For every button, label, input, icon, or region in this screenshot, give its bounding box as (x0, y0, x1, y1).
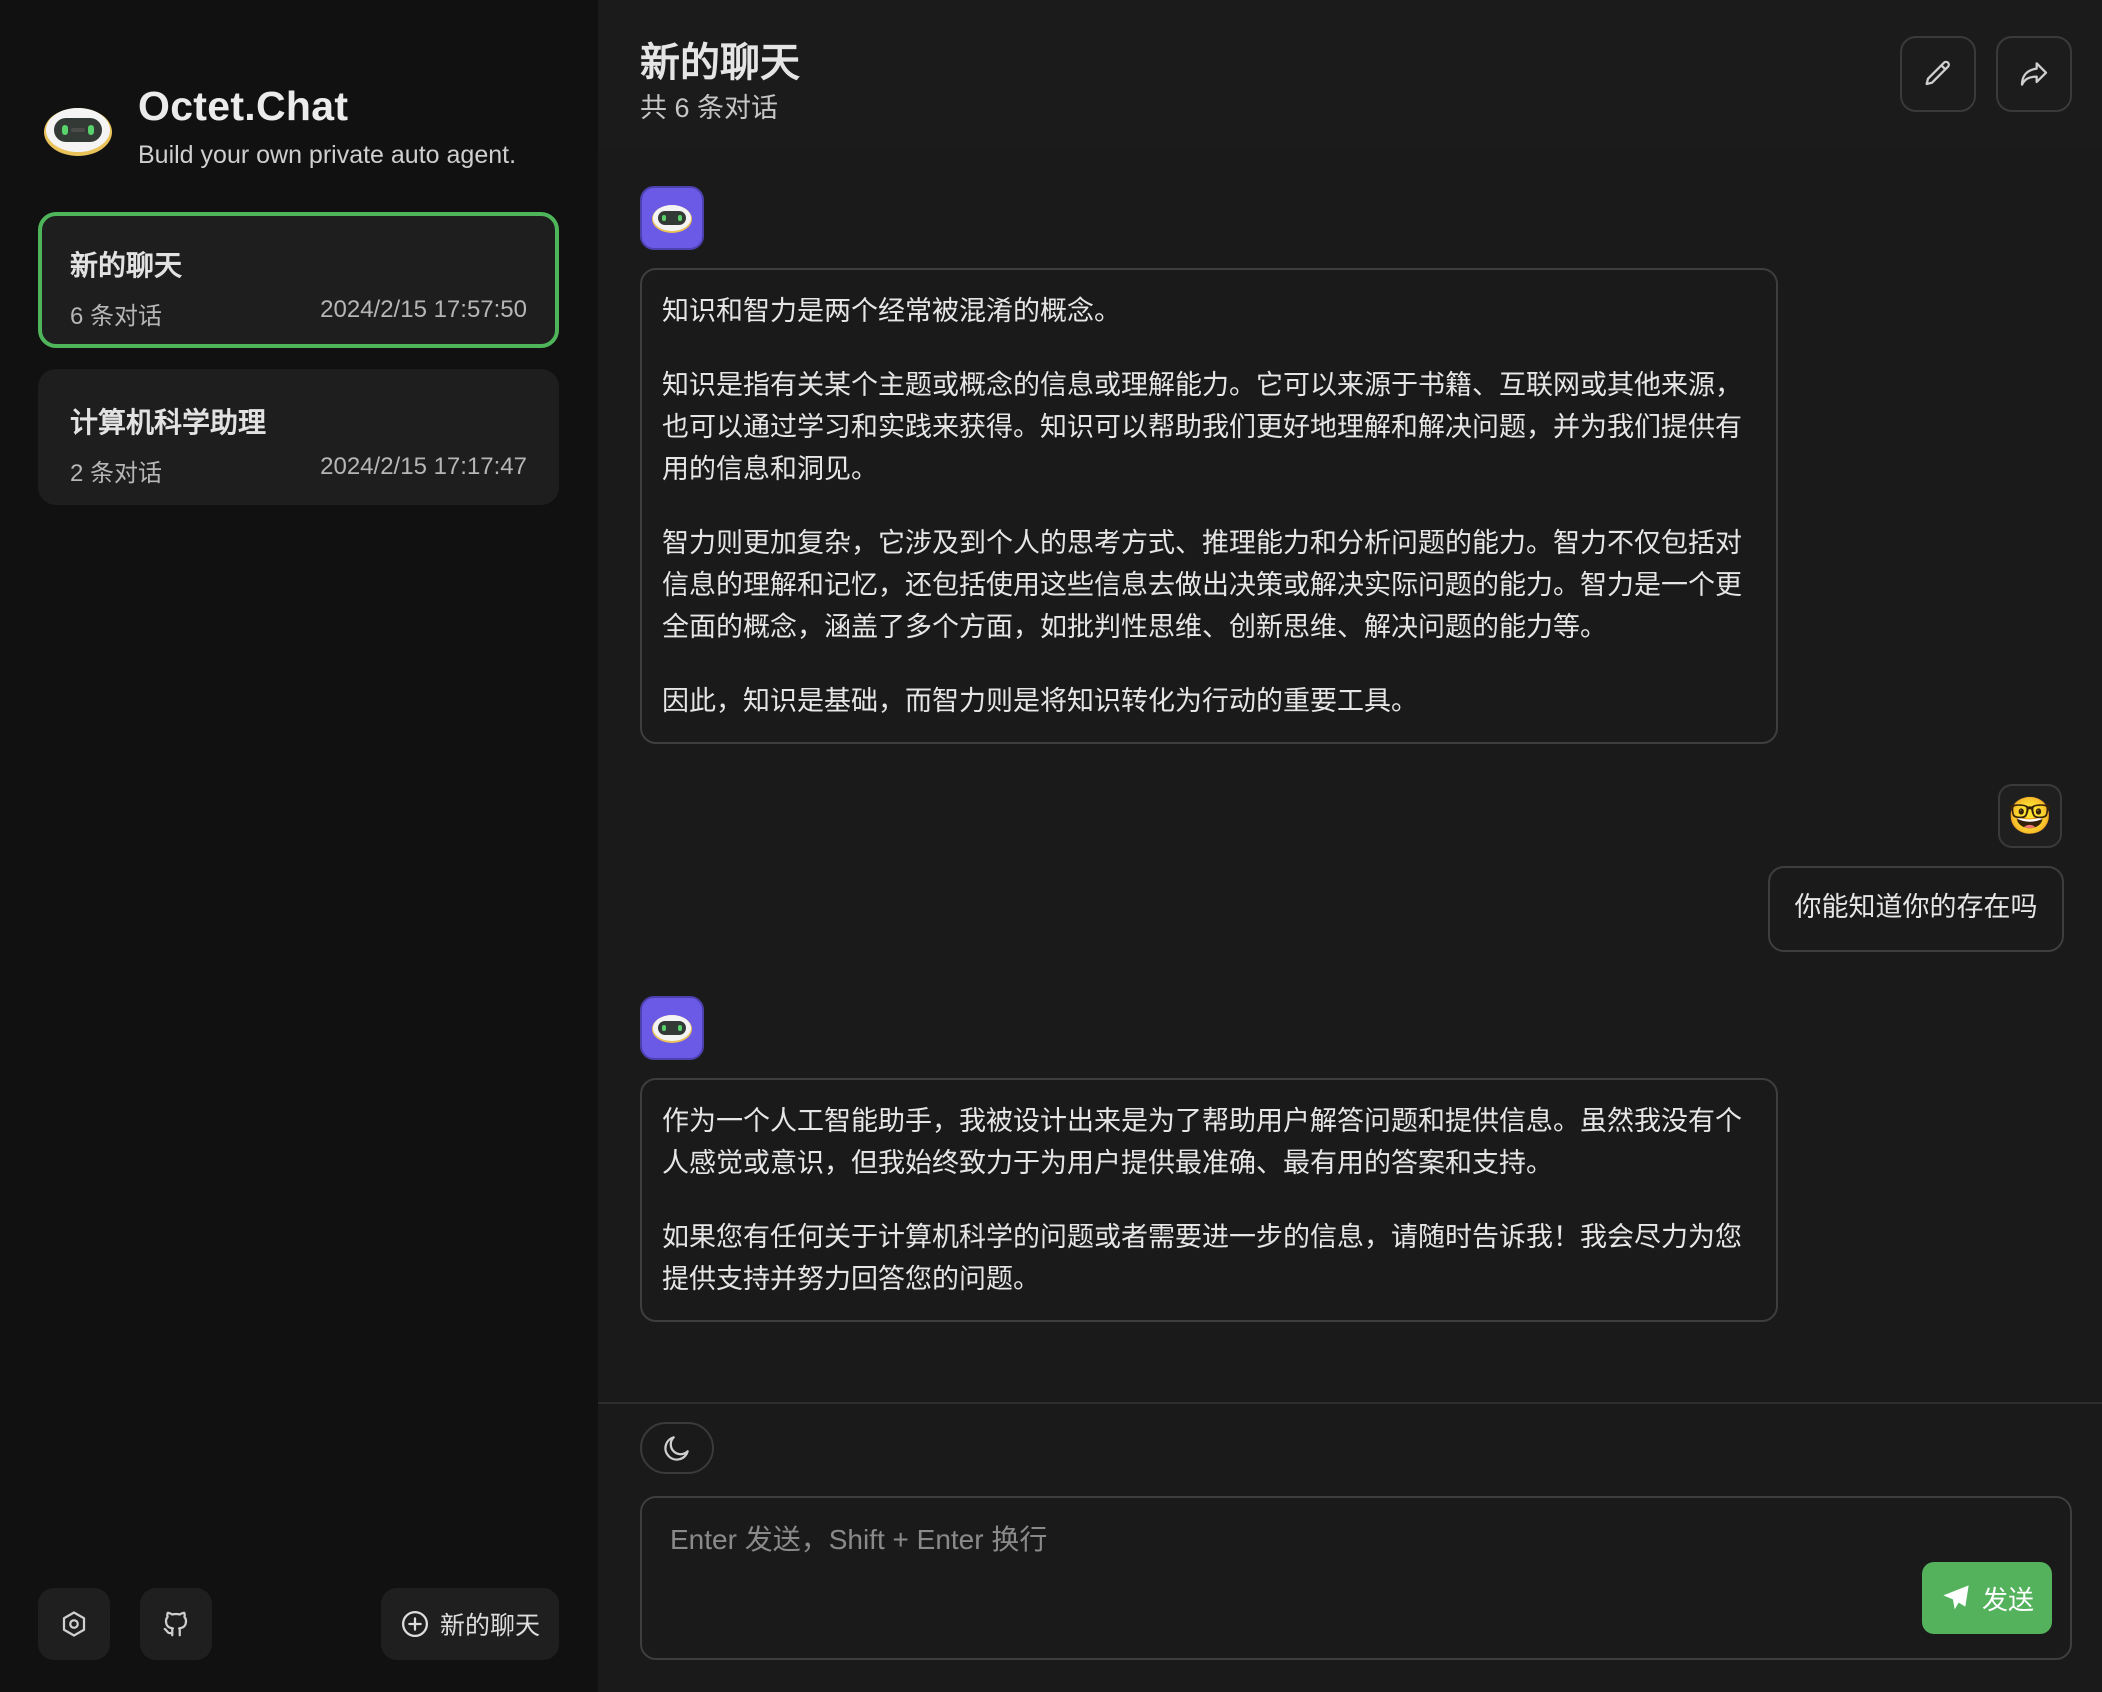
chat-item-time: 2024/2/15 17:57:50 (320, 296, 527, 323)
chat-item-title: 新的聊天 (70, 250, 183, 281)
chat-item-count: 2 条对话 (70, 460, 163, 487)
chat-main: 新的聊天 共 6 条对话 知识和智力是两个经常被混淆的概念。 知识是指有关某个主… (598, 0, 2102, 1692)
robot-icon (652, 1015, 692, 1043)
user-message: 你能知道你的存在吗 (1768, 866, 2064, 952)
chat-list: 新的聊天 6 条对话 2024/2/15 17:57:50 计算机科学助理 2 … (38, 212, 559, 526)
assistant-avatar (640, 996, 704, 1060)
message-paragraph: 知识是指有关某个主题或概念的信息或理解能力。它可以来源于书籍、互联网或其他来源，… (662, 370, 1742, 484)
brand: Octet.Chat Build your own private auto a… (40, 82, 516, 170)
chat-item-count: 6 条对话 (70, 303, 163, 330)
message-paragraph: 智力则更加复杂，它涉及到个人的思考方式、推理能力和分析问题的能力。智力不仅包括对… (662, 528, 1742, 642)
theme-toggle-button[interactable] (640, 1422, 714, 1474)
message-paragraph: 你能知道你的存在吗 (1794, 892, 2038, 922)
share-icon (2020, 62, 2048, 86)
conversation-count: 共 6 条对话 (640, 93, 779, 123)
robot-logo-icon (44, 108, 112, 156)
nerd-face-icon: 🤓 (2007, 795, 2053, 836)
sidebar-footer: 新的聊天 (38, 1588, 559, 1660)
github-icon (163, 1611, 188, 1637)
chat-item-time: 2024/2/15 17:17:47 (320, 453, 527, 480)
page-title: 新的聊天 (640, 41, 800, 85)
robot-icon (652, 205, 692, 233)
message-list: 知识和智力是两个经常被混淆的概念。 知识是指有关某个主题或概念的信息或理解能力。… (598, 150, 2102, 1402)
message-paragraph: 因此，知识是基础，而智力则是将知识转化为行动的重要工具。 (662, 686, 1418, 716)
github-button[interactable] (140, 1588, 212, 1660)
chat-item-new-chat[interactable]: 新的聊天 6 条对话 2024/2/15 17:57:50 (38, 212, 559, 348)
settings-button[interactable] (38, 1588, 110, 1660)
user-avatar: 🤓 (1998, 784, 2062, 848)
settings-icon (62, 1611, 86, 1637)
message-input[interactable] (642, 1498, 2070, 1658)
sidebar: Octet.Chat Build your own private auto a… (0, 0, 598, 1692)
message-composer: 发送 (640, 1496, 2072, 1660)
chat-item-cs-assistant[interactable]: 计算机科学助理 2 条对话 2024/2/15 17:17:47 (38, 369, 559, 505)
assistant-avatar (640, 186, 704, 250)
message-paragraph: 如果您有任何关于计算机科学的问题或者需要进一步的信息，请随时告诉我！我会尽力为您… (662, 1222, 1742, 1294)
assistant-message: 作为一个人工智能助手，我被设计出来是为了帮助用户解答问题和提供信息。虽然我没有个… (640, 1078, 1778, 1322)
assistant-message: 知识和智力是两个经常被混淆的概念。 知识是指有关某个主题或概念的信息或理解能力。… (640, 268, 1778, 744)
share-button[interactable] (1996, 36, 2072, 112)
app-name: Octet.Chat (138, 83, 349, 129)
paper-plane-icon (1943, 1585, 1969, 1610)
send-label: 发送 (1981, 1584, 2034, 1615)
plus-circle-icon (401, 1611, 428, 1637)
message-paragraph: 作为一个人工智能助手，我被设计出来是为了帮助用户解答问题和提供信息。虽然我没有个… (662, 1106, 1742, 1178)
app-root: Octet.Chat Build your own private auto a… (0, 0, 2102, 1692)
rename-button[interactable] (1900, 36, 1976, 112)
new-chat-button[interactable]: 新的聊天 (381, 1588, 559, 1660)
send-button[interactable]: 发送 (1922, 1562, 2052, 1634)
composer-divider (598, 1402, 2102, 1404)
chat-header: 新的聊天 共 6 条对话 (598, 0, 2102, 150)
brand-text: Octet.Chat Build your own private auto a… (138, 82, 516, 170)
pencil-icon (1925, 60, 1950, 86)
new-chat-label: 新的聊天 (439, 1612, 540, 1640)
message-paragraph: 知识和智力是两个经常被混淆的概念。 (662, 296, 1121, 326)
chat-item-title: 计算机科学助理 (70, 407, 267, 438)
app-tagline: Build your own private auto agent. (138, 141, 517, 169)
moon-icon (664, 1436, 689, 1461)
